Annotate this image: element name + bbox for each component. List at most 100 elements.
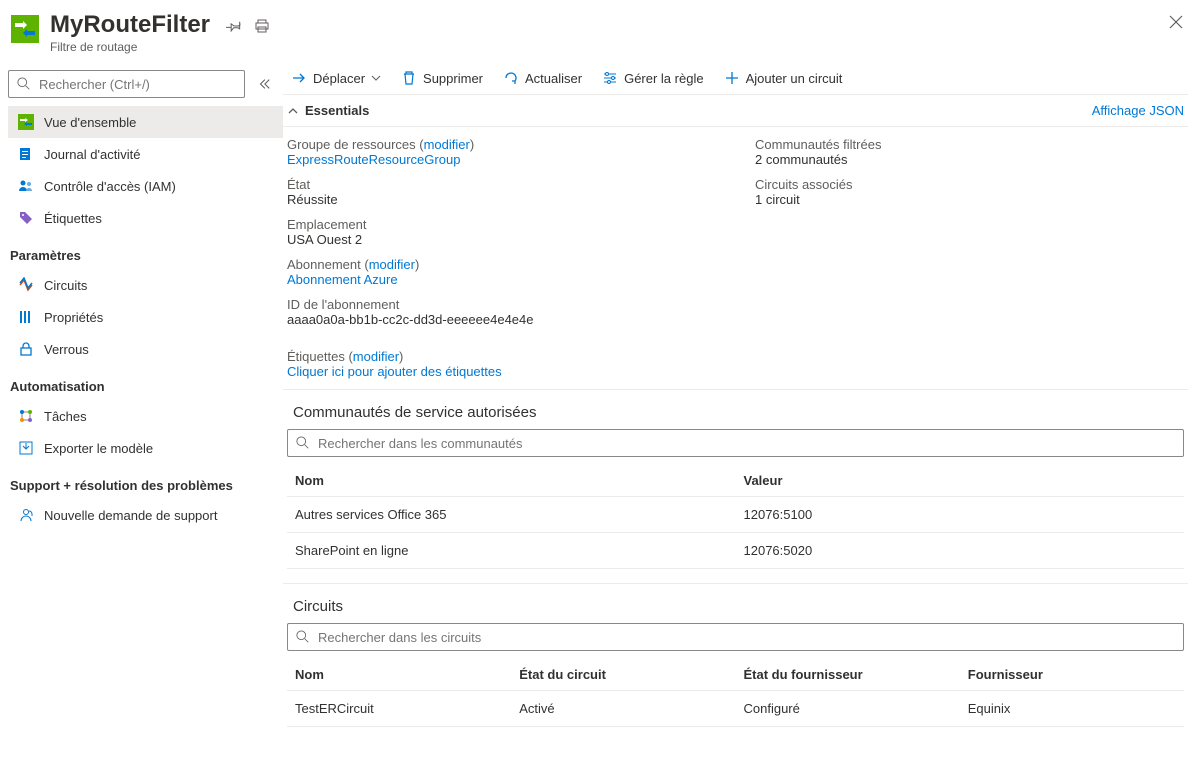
circuits-section: Circuits Nom État du circuit État du fou… bbox=[283, 583, 1188, 727]
table-row[interactable]: Autres services Office 365 12076:5100 bbox=[287, 497, 1184, 533]
sidebar-item-tags[interactable]: Étiquettes bbox=[8, 202, 283, 234]
main-content: Déplacer Supprimer Actualiser bbox=[283, 62, 1200, 727]
circuits-col-name: Nom bbox=[287, 659, 511, 691]
sidebar-search-input[interactable] bbox=[37, 76, 236, 93]
tags-icon bbox=[18, 210, 34, 226]
delete-button[interactable]: Supprimer bbox=[401, 70, 483, 86]
subscription-value[interactable]: Abonnement Azure bbox=[287, 272, 398, 287]
support-icon bbox=[18, 507, 34, 523]
subscription-id-value: aaaa0a0a-bb1b-cc2c-dd3d-eeeeee4e4e4e bbox=[287, 312, 534, 327]
route-filter-icon bbox=[10, 14, 40, 44]
circuits-title: Circuits bbox=[287, 592, 1184, 623]
sidebar-item-properties[interactable]: Propriétés bbox=[8, 301, 283, 333]
refresh-icon bbox=[503, 70, 519, 86]
sidebar-item-label: Circuits bbox=[44, 278, 87, 293]
page-header: MyRouteFilter Filtre de routage bbox=[0, 0, 1200, 62]
sidebar-collapse-button[interactable] bbox=[253, 73, 275, 95]
communities-col-value: Valeur bbox=[736, 465, 1185, 497]
sidebar: Vue d'ensemble Journal d'activité Contrô… bbox=[0, 62, 283, 727]
circuits-table: Nom État du circuit État du fournisseur … bbox=[287, 659, 1184, 727]
sliders-icon bbox=[602, 70, 618, 86]
circuits-col-circuit-state: État du circuit bbox=[511, 659, 735, 691]
plus-icon bbox=[724, 70, 740, 86]
sidebar-item-label: Journal d'activité bbox=[44, 147, 140, 162]
essentials-header[interactable]: Essentials Affichage JSON bbox=[283, 95, 1188, 127]
status-label: État bbox=[287, 177, 310, 192]
print-button[interactable] bbox=[254, 18, 270, 34]
tags-row: Étiquettes (modifier) Cliquer ici pour a… bbox=[283, 349, 1188, 389]
sidebar-item-export[interactable]: Exporter le modèle bbox=[8, 432, 283, 464]
table-row[interactable]: SharePoint en ligne 12076:5020 bbox=[287, 533, 1184, 569]
sidebar-item-iam[interactable]: Contrôle d'accès (IAM) bbox=[8, 170, 283, 202]
circuits-col-provider-state: État du fournisseur bbox=[736, 659, 960, 691]
close-button[interactable] bbox=[1168, 14, 1184, 30]
arrow-right-icon bbox=[291, 70, 307, 86]
iam-icon bbox=[18, 178, 34, 194]
trash-icon bbox=[401, 70, 417, 86]
circuits-icon bbox=[18, 277, 34, 293]
circuits-search[interactable] bbox=[287, 623, 1184, 651]
move-button[interactable]: Déplacer bbox=[291, 70, 381, 86]
sidebar-item-activity[interactable]: Journal d'activité bbox=[8, 138, 283, 170]
communities-search[interactable] bbox=[287, 429, 1184, 457]
sidebar-item-tasks[interactable]: Tâches bbox=[8, 400, 283, 432]
filtered-communities-value: 2 communautés bbox=[755, 152, 848, 167]
resource-group-label: Groupe de ressources (modifier) bbox=[287, 137, 474, 152]
sidebar-item-label: Vue d'ensemble bbox=[44, 115, 136, 130]
associated-circuits-value: 1 circuit bbox=[755, 192, 800, 207]
sidebar-item-label: Propriétés bbox=[44, 310, 103, 325]
communities-section: Communautés de service autorisées Nom Va… bbox=[283, 389, 1188, 569]
page-subtitle: Filtre de routage bbox=[50, 40, 210, 54]
toolbar: Déplacer Supprimer Actualiser bbox=[283, 62, 1188, 95]
sidebar-section-settings: Paramètres bbox=[8, 234, 283, 269]
essentials-body: Groupe de ressources (modifier) ExpressR… bbox=[283, 127, 1188, 349]
sidebar-item-label: Tâches bbox=[44, 409, 87, 424]
subscription-label: Abonnement (modifier) bbox=[287, 257, 419, 272]
page-title: MyRouteFilter bbox=[50, 12, 210, 38]
table-row[interactable]: TestERCircuit Activé Configuré Equinix bbox=[287, 691, 1184, 727]
properties-icon bbox=[18, 309, 34, 325]
sidebar-item-label: Exporter le modèle bbox=[44, 441, 153, 456]
modify-link[interactable]: modifier bbox=[369, 257, 415, 272]
resource-group-value[interactable]: ExpressRouteResourceGroup bbox=[287, 152, 460, 167]
tasks-icon bbox=[18, 408, 34, 424]
json-view-link[interactable]: Affichage JSON bbox=[1092, 103, 1184, 118]
location-label: Emplacement bbox=[287, 217, 366, 232]
circuits-search-input[interactable] bbox=[316, 629, 1175, 646]
sidebar-item-locks[interactable]: Verrous bbox=[8, 333, 283, 365]
status-value: Réussite bbox=[287, 192, 338, 207]
sidebar-item-circuits[interactable]: Circuits bbox=[8, 269, 283, 301]
sidebar-item-overview[interactable]: Vue d'ensemble bbox=[8, 106, 283, 138]
refresh-button[interactable]: Actualiser bbox=[503, 70, 582, 86]
circuits-col-provider: Fournisseur bbox=[960, 659, 1184, 691]
sidebar-item-label: Étiquettes bbox=[44, 211, 102, 226]
route-filter-small-icon bbox=[18, 114, 34, 130]
sidebar-item-support[interactable]: Nouvelle demande de support bbox=[8, 499, 283, 531]
associated-circuits-label: Circuits associés bbox=[755, 177, 853, 192]
filtered-communities-label: Communautés filtrées bbox=[755, 137, 881, 152]
export-template-icon bbox=[18, 440, 34, 456]
modify-link[interactable]: modifier bbox=[353, 349, 399, 364]
chevron-up-icon bbox=[287, 105, 299, 117]
sidebar-item-label: Contrôle d'accès (IAM) bbox=[44, 179, 176, 194]
activity-log-icon bbox=[18, 146, 34, 162]
communities-title: Communautés de service autorisées bbox=[287, 398, 1184, 429]
sidebar-search[interactable] bbox=[8, 70, 245, 98]
lock-icon bbox=[18, 341, 34, 357]
modify-link[interactable]: modifier bbox=[424, 137, 470, 152]
sidebar-item-label: Nouvelle demande de support bbox=[44, 508, 217, 523]
communities-table: Nom Valeur Autres services Office 365 12… bbox=[287, 465, 1184, 569]
chevron-down-icon bbox=[371, 73, 381, 83]
communities-col-name: Nom bbox=[287, 465, 736, 497]
sidebar-item-label: Verrous bbox=[44, 342, 89, 357]
add-circuit-button[interactable]: Ajouter un circuit bbox=[724, 70, 843, 86]
manage-rule-button[interactable]: Gérer la règle bbox=[602, 70, 703, 86]
pin-button[interactable] bbox=[226, 18, 242, 34]
sidebar-section-support: Support + résolution des problèmes bbox=[8, 464, 283, 499]
subscription-id-label: ID de l'abonnement bbox=[287, 297, 399, 312]
location-value: USA Ouest 2 bbox=[287, 232, 362, 247]
add-tags-link[interactable]: Cliquer ici pour ajouter des étiquettes bbox=[287, 364, 502, 379]
sidebar-section-automation: Automatisation bbox=[8, 365, 283, 400]
essentials-label: Essentials bbox=[305, 103, 369, 118]
communities-search-input[interactable] bbox=[316, 435, 1175, 452]
